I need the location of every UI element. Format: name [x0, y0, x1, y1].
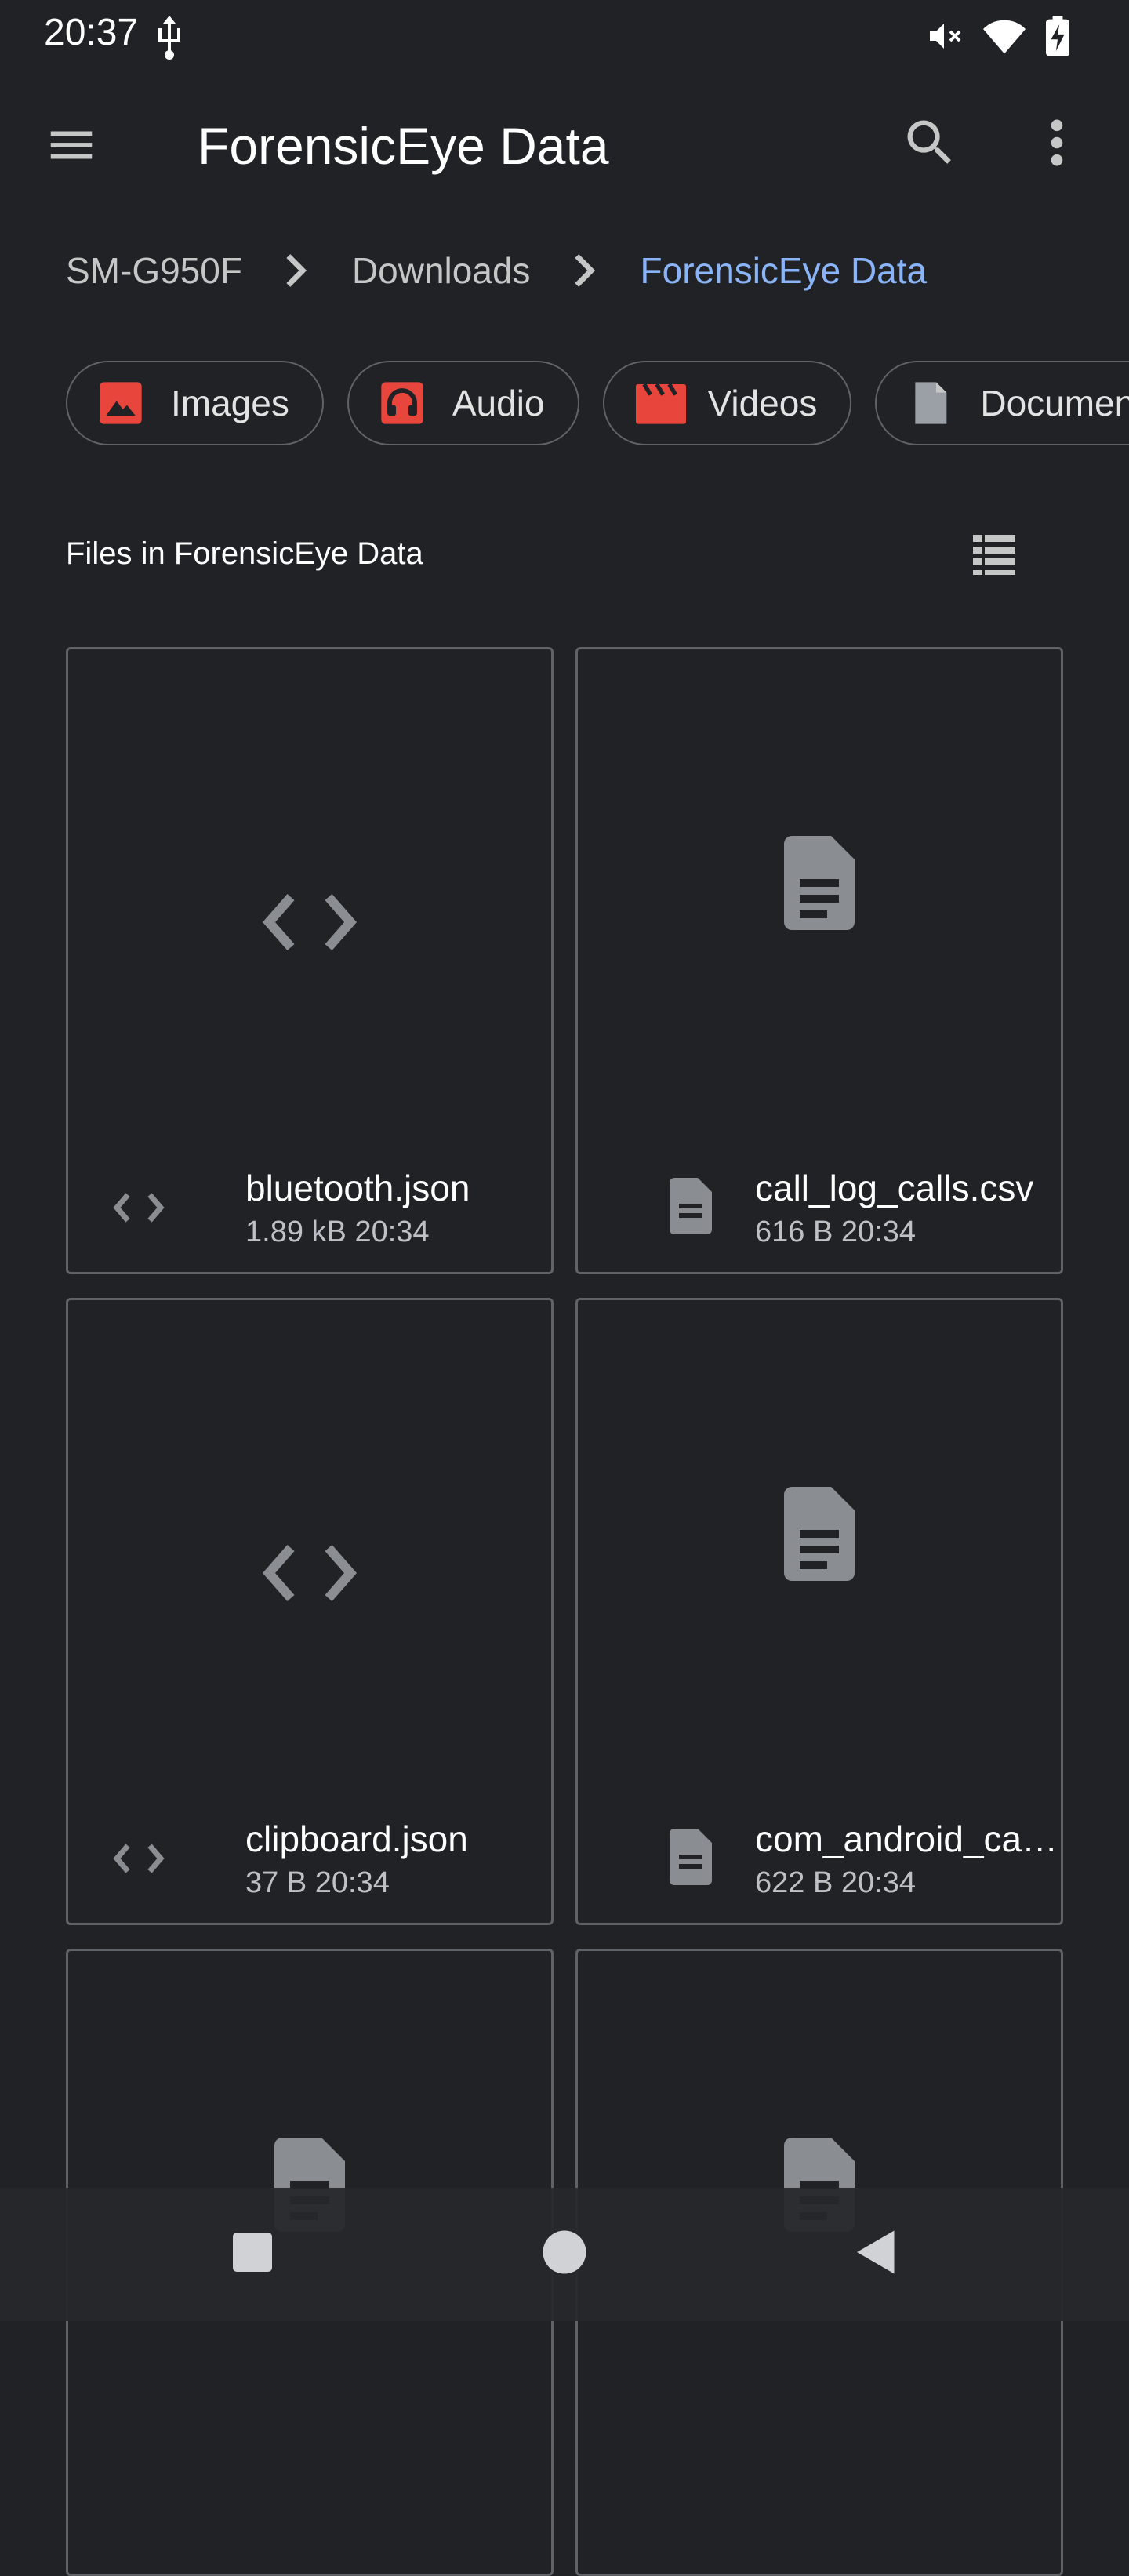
file-size: 37 B [245, 1866, 307, 1899]
mute-icon [925, 17, 963, 55]
usb-icon [154, 16, 185, 60]
page-title: ForensicEye Data [198, 117, 609, 175]
search-icon [900, 113, 963, 173]
chip-images[interactable]: Images [66, 361, 324, 445]
file-time: 20:34 [840, 1866, 916, 1899]
search-button[interactable] [900, 113, 963, 176]
chip-documents[interactable]: Documents [875, 361, 1129, 445]
battery-charging-icon [1046, 16, 1069, 56]
file-size: 1.89 kB [245, 1215, 347, 1248]
movie-icon [633, 378, 686, 428]
file-info: 37 B 20:34 [245, 1866, 390, 1900]
file-name: call_log_calls.csv [755, 1168, 1034, 1208]
file-size: 622 B [755, 1866, 833, 1899]
file-name: com_android_ca… [755, 1818, 1058, 1859]
file-time: 20:34 [354, 1215, 430, 1248]
chip-audio[interactable]: Audio [347, 361, 579, 445]
navigation-bar [0, 2188, 1129, 2321]
list-view-toggle-button[interactable] [966, 525, 1026, 585]
breadcrumb-item-current[interactable]: ForensicEye Data [641, 249, 928, 292]
file-card[interactable]: com_android_ca… 622 B 20:34 [575, 1298, 1063, 1925]
app-bar: ForensicEye Data [0, 86, 1129, 204]
document-icon [780, 1485, 859, 1582]
chip-label: Images [171, 383, 289, 423]
menu-button[interactable] [44, 118, 110, 183]
home-button[interactable] [541, 2229, 588, 2276]
code-icon [260, 1535, 360, 1611]
breadcrumb-item-downloads[interactable]: Downloads [352, 249, 531, 292]
document-icon [780, 834, 859, 932]
file-time: 20:34 [840, 1215, 916, 1248]
file-card[interactable]: call_log_calls.csv 616 B 20:34 [575, 647, 1063, 1274]
recents-square-icon [229, 2229, 276, 2276]
back-triangle-icon [853, 2229, 900, 2276]
image-icon [96, 378, 146, 428]
code-icon [109, 1186, 169, 1230]
category-chips: Images Audio Videos Documen [66, 361, 1129, 449]
chip-label: Documents [980, 383, 1129, 423]
file-name: clipboard.json [245, 1818, 468, 1859]
more-vert-icon [1032, 113, 1082, 173]
more-options-button[interactable] [1032, 113, 1082, 176]
status-bar: 20:37 [0, 0, 1129, 75]
file-size: 616 B [755, 1215, 833, 1248]
document-icon [667, 1176, 714, 1236]
file-meta: bluetooth.json 1.89 kB 20:34 [109, 1167, 535, 1253]
wifi-icon [983, 17, 1026, 55]
status-time: 20:37 [44, 12, 139, 53]
hamburger-menu-icon [44, 118, 110, 173]
file-meta: clipboard.json 37 B 20:34 [109, 1818, 535, 1904]
code-icon [260, 885, 360, 960]
document-icon [905, 378, 955, 428]
file-name: bluetooth.json [245, 1168, 470, 1208]
list-view-icon [966, 525, 1026, 582]
file-card[interactable]: clipboard.json 37 B 20:34 [66, 1298, 554, 1925]
file-card[interactable]: bluetooth.json 1.89 kB 20:34 [66, 647, 554, 1274]
file-meta: call_log_calls.csv 616 B 20:34 [619, 1167, 1045, 1253]
document-icon [667, 1827, 714, 1887]
headphones-icon [377, 378, 427, 428]
back-button[interactable] [853, 2229, 900, 2276]
section-title: Files in ForensicEye Data [66, 536, 423, 571]
breadcrumb-item-device[interactable]: SM-G950F [66, 249, 242, 292]
home-circle-icon [541, 2229, 588, 2276]
chip-label: Audio [452, 383, 545, 423]
code-icon [109, 1837, 169, 1880]
file-meta: com_android_ca… 622 B 20:34 [619, 1818, 1058, 1904]
chip-videos[interactable]: Videos [602, 361, 852, 445]
file-time: 20:34 [314, 1866, 390, 1899]
file-info: 616 B 20:34 [755, 1215, 916, 1249]
file-info: 1.89 kB 20:34 [245, 1215, 430, 1249]
recents-button[interactable] [229, 2229, 276, 2276]
chevron-right-icon [572, 253, 597, 289]
breadcrumb: SM-G950F Downloads ForensicEye Data [66, 249, 927, 292]
chip-label: Videos [707, 383, 818, 423]
chevron-right-icon [283, 253, 308, 289]
file-info: 622 B 20:34 [755, 1866, 916, 1900]
